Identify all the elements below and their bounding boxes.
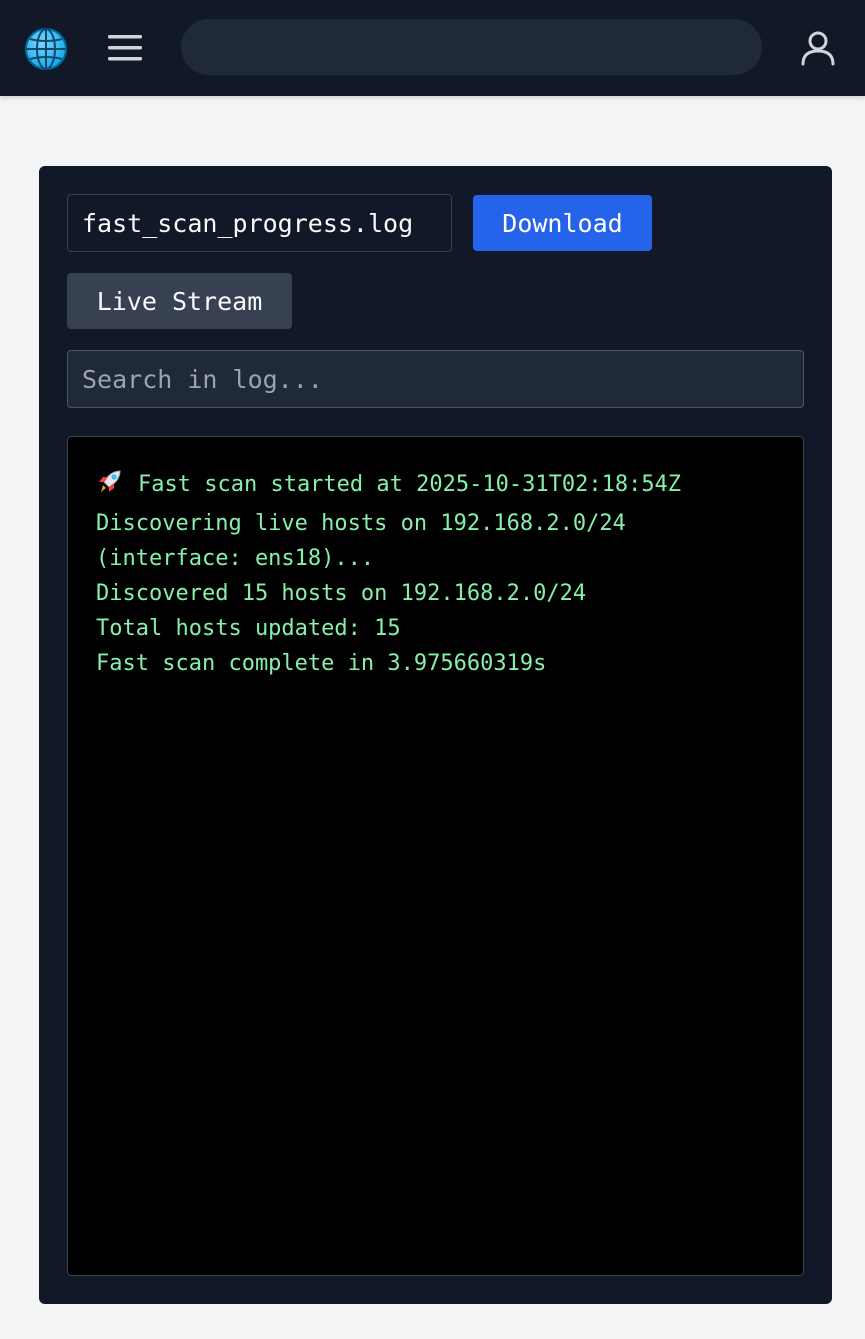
log-file-name-field[interactable]: fast_scan_progress.log	[67, 194, 452, 252]
log-line: Discovering live hosts on 192.168.2.0/24	[96, 511, 626, 536]
log-viewer-card: fast_scan_progress.log Download Live Str…	[39, 166, 832, 1304]
log-search-input[interactable]	[67, 350, 804, 408]
rocket-icon	[96, 467, 126, 506]
log-line: (interface: ens18)...	[96, 546, 375, 571]
log-output[interactable]: Fast scan started at 2025-10-31T02:18:54…	[67, 436, 804, 1276]
user-icon[interactable]	[797, 27, 839, 69]
live-stream-button[interactable]: Live Stream	[67, 273, 292, 329]
log-line: Discovered 15 hosts on 192.168.2.0/24	[96, 581, 587, 606]
globe-icon[interactable]	[23, 26, 69, 72]
hamburger-menu-icon[interactable]	[104, 30, 146, 66]
download-button[interactable]: Download	[473, 195, 652, 251]
log-line: Fast scan complete in 3.975660319s	[96, 651, 547, 676]
top-navigation-bar	[0, 0, 865, 96]
log-line-text: Fast scan started at 2025-10-31T02:18:54…	[138, 472, 682, 497]
log-line: Total hosts updated: 15	[96, 616, 401, 641]
global-search-input[interactable]	[181, 19, 762, 75]
log-line: Fast scan started at 2025-10-31T02:18:54…	[96, 467, 775, 506]
